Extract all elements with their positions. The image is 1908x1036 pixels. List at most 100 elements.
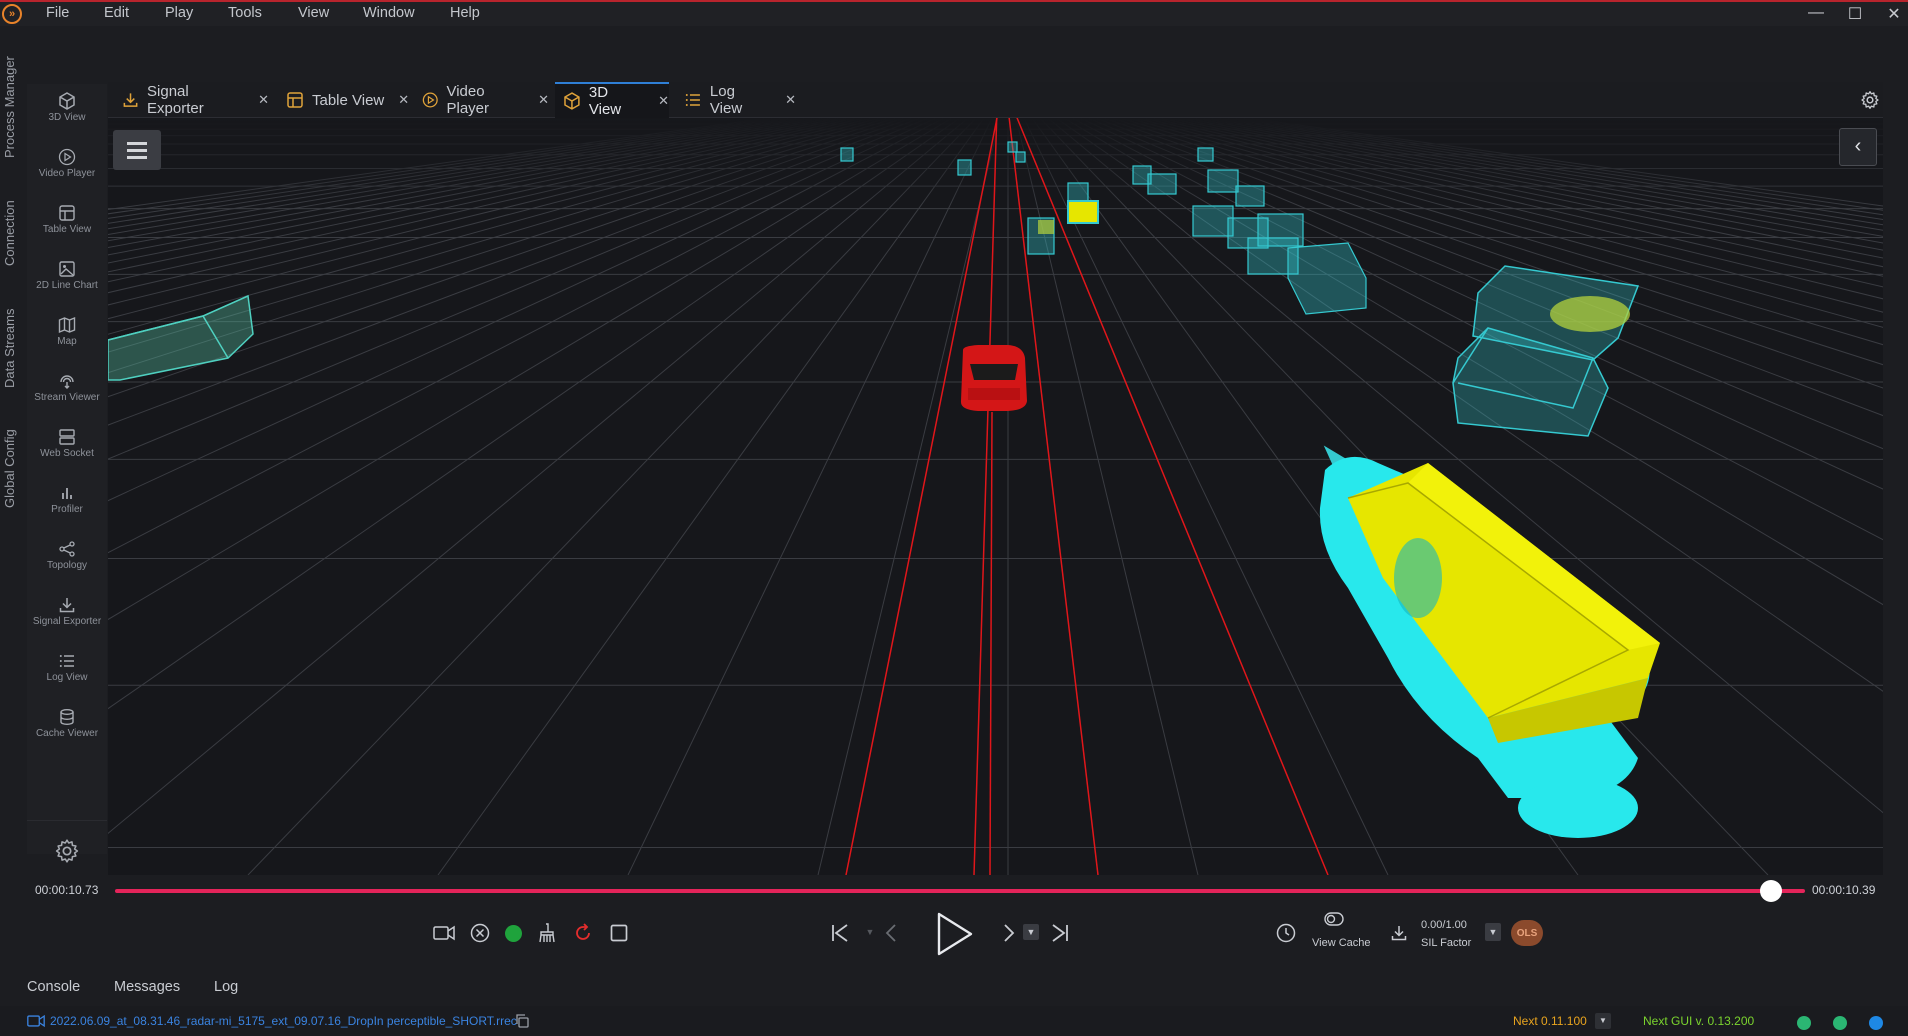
- app-logo-icon[interactable]: »: [2, 4, 22, 24]
- clear-button[interactable]: [468, 921, 492, 945]
- close-tab-icon[interactable]: ✕: [398, 92, 409, 108]
- step-forward-button[interactable]: [997, 921, 1021, 945]
- close-tab-icon[interactable]: ✕: [258, 92, 269, 108]
- nav-2d-line-chart[interactable]: 2D Line Chart: [27, 254, 107, 306]
- view-cache-button[interactable]: [1322, 909, 1346, 929]
- record-video-button[interactable]: [432, 921, 456, 945]
- step-back-dropdown[interactable]: ▼: [863, 925, 877, 939]
- sil-factor-label: SIL Factor: [1421, 937, 1472, 949]
- side-tab-global-config[interactable]: Global Config: [2, 429, 17, 508]
- download-icon: [1391, 926, 1407, 941]
- nav-cache-viewer[interactable]: Cache Viewer: [27, 702, 107, 754]
- stop-icon: [610, 924, 628, 942]
- menu-file[interactable]: File: [46, 5, 69, 21]
- side-tab-process-manager[interactable]: Process Manager: [2, 56, 17, 158]
- log-tab[interactable]: Log: [214, 979, 238, 995]
- clean-button[interactable]: [535, 921, 559, 945]
- step-back-button[interactable]: [879, 921, 903, 945]
- tab-video-player[interactable]: Video Player ✕: [414, 82, 549, 118]
- playback-controls: ▼ ▼ View Cache 0.00/1.00 SIL Factor ▼ OL…: [27, 905, 1883, 967]
- ols-badge[interactable]: OLS: [1511, 920, 1543, 946]
- nav-label: Web Socket: [40, 448, 94, 459]
- image-icon: [59, 261, 75, 277]
- connection-status-indicator[interactable]: [503, 923, 523, 943]
- console-tab[interactable]: Console: [27, 979, 80, 995]
- nav-map[interactable]: Map: [27, 310, 107, 362]
- sil-factor-dropdown[interactable]: ▼: [1485, 923, 1501, 941]
- menu-tools[interactable]: Tools: [228, 5, 262, 21]
- tab-3d-view[interactable]: 3D View ✕: [555, 82, 669, 118]
- copy-icon[interactable]: [514, 1013, 530, 1029]
- version-dropdown[interactable]: ▼: [1595, 1013, 1611, 1029]
- collapse-panel-button[interactable]: ‹: [1839, 128, 1877, 166]
- timeline-slider[interactable]: [115, 880, 1805, 902]
- nav-table-view[interactable]: Table View: [27, 198, 107, 250]
- nav-signal-exporter[interactable]: Signal Exporter: [27, 590, 107, 642]
- chevron-down-icon: ▼: [1026, 927, 1036, 937]
- menu-edit[interactable]: Edit: [104, 5, 129, 21]
- nav-stream-viewer[interactable]: Stream Viewer: [27, 366, 107, 418]
- status-indicator-2: [1833, 1016, 1847, 1030]
- tab-label: Log View: [709, 83, 743, 117]
- scene-canvas[interactable]: [108, 118, 1883, 875]
- download-cache-button[interactable]: [1387, 921, 1411, 945]
- table-icon: [287, 92, 303, 108]
- nav-topology[interactable]: Topology: [27, 534, 107, 586]
- maximize-icon[interactable]: ☐: [1843, 4, 1867, 24]
- tab-settings-button[interactable]: [1860, 90, 1880, 115]
- skip-to-end-button[interactable]: [1048, 921, 1072, 945]
- nav-web-socket[interactable]: Web Socket: [27, 422, 107, 474]
- chevron-left-icon: ‹: [1854, 135, 1862, 157]
- stop-button[interactable]: [607, 921, 631, 945]
- step-forward-dropdown[interactable]: ▼: [1023, 924, 1039, 940]
- menu-play[interactable]: Play: [165, 5, 193, 21]
- view-cache-label: View Cache: [1312, 937, 1371, 949]
- scene-menu-button[interactable]: [113, 130, 161, 170]
- close-icon[interactable]: ✕: [1882, 4, 1906, 24]
- reset-button[interactable]: [571, 921, 595, 945]
- side-panel-strip: Process Manager Connection Data Streams …: [0, 26, 26, 1016]
- nav-label: Video Player: [38, 168, 96, 179]
- nav-profiler[interactable]: Profiler: [27, 478, 107, 530]
- messages-tab[interactable]: Messages: [114, 979, 180, 995]
- recording-file-name[interactable]: 2022.06.09_at_08.31.46_radar-mi_5175_ext…: [50, 1014, 517, 1028]
- nav-video-player[interactable]: Video Player: [27, 142, 107, 194]
- chevron-right-icon: [1004, 924, 1015, 942]
- list-icon: [685, 94, 700, 106]
- nav-log-view[interactable]: Log View: [27, 646, 107, 698]
- nav-label: Profiler: [51, 504, 83, 515]
- clock-icon: [1276, 923, 1296, 943]
- gear-icon: [1861, 91, 1879, 110]
- tab-label: Video Player: [446, 83, 490, 117]
- timeline-thumb[interactable]: [1760, 880, 1783, 902]
- skip-to-start-button[interactable]: [828, 921, 852, 945]
- tab-signal-exporter[interactable]: Signal Exporter ✕: [114, 82, 269, 118]
- gear-icon: [55, 838, 79, 863]
- nav-settings-button[interactable]: [27, 820, 107, 880]
- menu-view[interactable]: View: [298, 5, 329, 21]
- sil-factor-value: 0.00/1.00: [1421, 919, 1467, 931]
- history-button[interactable]: [1274, 921, 1298, 945]
- side-tab-data-streams[interactable]: Data Streams: [2, 309, 17, 388]
- close-tab-icon[interactable]: ✕: [785, 92, 796, 108]
- timeline: 00:00:10.73 00:00:10.39: [27, 875, 1883, 905]
- close-tab-icon[interactable]: ✕: [658, 93, 669, 109]
- list-icon: [59, 655, 74, 667]
- side-tab-connection[interactable]: Connection: [2, 200, 17, 266]
- tab-log-view[interactable]: Log View ✕: [676, 82, 796, 118]
- tab-table-view[interactable]: Table View ✕: [278, 82, 413, 118]
- cube-icon: [59, 92, 75, 110]
- tab-label: Table View: [312, 91, 385, 109]
- nav-3d-view[interactable]: 3D View: [27, 86, 107, 138]
- close-tab-icon[interactable]: ✕: [538, 92, 549, 108]
- 3d-viewport[interactable]: ‹: [108, 118, 1883, 875]
- menu-help[interactable]: Help: [450, 5, 480, 21]
- minimize-icon[interactable]: —: [1804, 4, 1828, 22]
- nav-label: Map: [57, 336, 77, 347]
- status-indicator-3: [1869, 1016, 1883, 1030]
- menu-window[interactable]: Window: [363, 5, 415, 21]
- play-button[interactable]: [929, 909, 979, 959]
- chevron-down-icon: ▼: [1488, 927, 1498, 937]
- console-tab-bar: Console Messages Log: [27, 970, 1883, 1004]
- current-time: 00:00:10.73: [35, 883, 99, 897]
